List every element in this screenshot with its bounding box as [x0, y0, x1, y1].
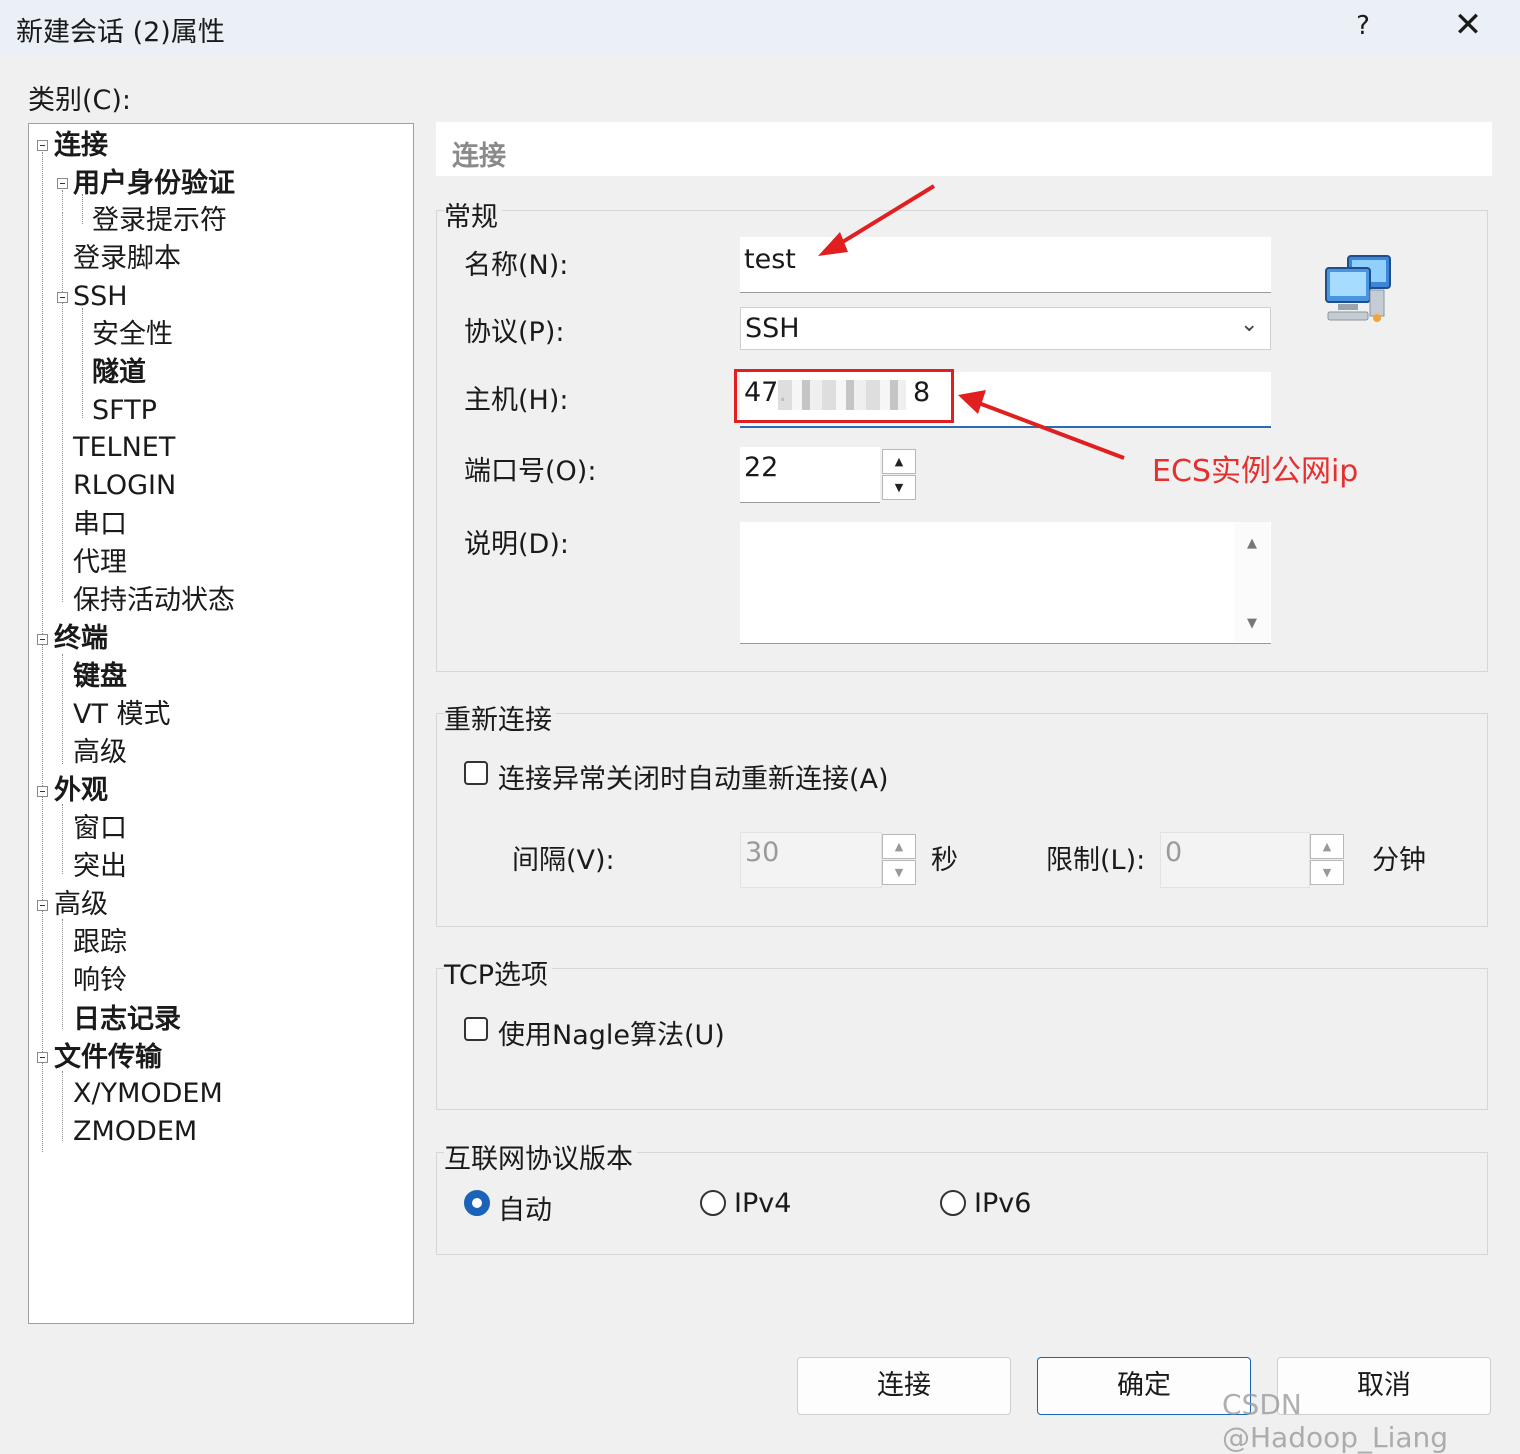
annotation-label: ECS实例公网ip: [1152, 454, 1359, 489]
highlight-rectangle: [734, 369, 954, 423]
port-field[interactable]: 22: [740, 447, 880, 503]
name-field[interactable]: test: [740, 237, 1271, 293]
limit-field[interactable]: 0: [1160, 832, 1310, 888]
network-computers-icon: [1325, 255, 1391, 322]
tcp-group-label: TCP选项: [444, 953, 553, 992]
triangle-down-icon[interactable]: ▼: [1310, 860, 1344, 885]
tree-item-terminal-advanced[interactable]: 高级: [73, 736, 127, 770]
interval-field[interactable]: 30: [740, 832, 882, 888]
limit-label: 限制(L):: [1046, 845, 1146, 876]
tree-item-sftp[interactable]: SFTP: [92, 394, 157, 428]
tree-item-keepalive[interactable]: 保持活动状态: [73, 584, 235, 618]
tree-item-file-transfer[interactable]: 文件传输: [54, 1041, 162, 1075]
tree-item-zmodem[interactable]: ZMODEM: [73, 1115, 197, 1149]
tree-item-xymodem[interactable]: X/YMODEM: [73, 1077, 223, 1111]
protocol-label: 协议(P):: [464, 317, 565, 348]
connect-button[interactable]: 连接: [797, 1357, 1011, 1415]
tree-collapse-toggle[interactable]: [37, 140, 48, 151]
tree-item-vt-mode[interactable]: VT 模式: [73, 698, 171, 732]
ipv4-label: IPv4: [734, 1188, 792, 1219]
tree-item-serial[interactable]: 串口: [73, 508, 127, 542]
title-bar: [0, 0, 1520, 56]
tree-collapse-toggle[interactable]: [57, 178, 68, 189]
reconnect-group-label: 重新连接: [444, 698, 556, 737]
protocol-select[interactable]: SSH: [740, 307, 1271, 350]
tree-item-connection[interactable]: 连接: [54, 129, 108, 163]
nagle-label: 使用Nagle算法(U): [498, 1020, 725, 1051]
interval-label: 间隔(V):: [512, 845, 615, 876]
reconnect-group: [436, 713, 1488, 927]
watermark: CSDN @Hadoop_Liang: [1222, 1388, 1449, 1454]
tree-item-window[interactable]: 窗口: [73, 812, 127, 846]
interval-spinner[interactable]: ▲ ▼: [882, 832, 918, 888]
tree-item-logging[interactable]: 日志记录: [73, 1003, 181, 1037]
general-group-label: 常规: [444, 195, 502, 234]
tree-item-telnet[interactable]: TELNET: [73, 431, 175, 465]
category-label: 类别(C):: [28, 85, 132, 116]
chevron-down-icon[interactable]: ⌄: [1240, 312, 1258, 337]
description-scrollbar[interactable]: ▲ ▼: [1234, 522, 1270, 642]
tree-item-ssh[interactable]: SSH: [73, 280, 128, 314]
tree-item-proxy[interactable]: 代理: [73, 546, 127, 580]
auto-reconnect-label: 连接异常关闭时自动重新连接(A): [498, 764, 889, 795]
ipv6-label: IPv6: [974, 1188, 1032, 1219]
tree-item-highlight[interactable]: 突出: [73, 850, 127, 884]
section-title: 连接: [452, 141, 506, 172]
close-button[interactable]: ✕: [1448, 4, 1488, 46]
tree-item-keyboard[interactable]: 键盘: [73, 660, 127, 694]
ipv4-radio[interactable]: [700, 1190, 726, 1216]
tree-item-login-script[interactable]: 登录脚本: [73, 242, 181, 276]
category-tree[interactable]: 连接 用户身份验证 登录提示符 登录脚本 SSH 安全性 隧道 SFTP TEL…: [28, 123, 414, 1324]
description-label: 说明(D):: [464, 529, 569, 560]
scroll-up-icon[interactable]: ▲: [1234, 536, 1270, 551]
triangle-down-icon[interactable]: ▼: [882, 860, 916, 885]
tree-item-terminal[interactable]: 终端: [54, 622, 108, 656]
section-header: [436, 122, 1492, 176]
triangle-up-icon[interactable]: ▲: [882, 449, 916, 474]
triangle-down-icon[interactable]: ▼: [882, 475, 916, 500]
port-spinner[interactable]: ▲ ▼: [882, 447, 918, 503]
description-field[interactable]: [740, 522, 1271, 644]
tree-item-rlogin[interactable]: RLOGIN: [73, 469, 176, 503]
tree-item-advanced[interactable]: 高级: [54, 888, 108, 922]
tree-item-security[interactable]: 安全性: [92, 318, 173, 352]
host-label: 主机(H):: [464, 385, 569, 416]
help-button[interactable]: ?: [1346, 6, 1380, 46]
tree-collapse-toggle[interactable]: [37, 786, 48, 797]
ip-auto-radio[interactable]: [464, 1190, 490, 1216]
ok-button[interactable]: 确定: [1037, 1357, 1251, 1415]
ipv6-radio[interactable]: [940, 1190, 966, 1216]
tree-item-user-auth[interactable]: 用户身份验证: [73, 167, 235, 201]
auto-reconnect-checkbox[interactable]: [464, 761, 488, 785]
tree-item-tunnel[interactable]: 隧道: [92, 356, 146, 390]
triangle-up-icon[interactable]: ▲: [1310, 834, 1344, 859]
tree-collapse-toggle[interactable]: [37, 900, 48, 911]
triangle-up-icon[interactable]: ▲: [882, 834, 916, 859]
tree-collapse-toggle[interactable]: [37, 1052, 48, 1063]
limit-unit: 分钟: [1372, 845, 1426, 876]
tree-item-appearance[interactable]: 外观: [54, 774, 108, 808]
tree-collapse-toggle[interactable]: [57, 292, 68, 303]
port-label: 端口号(O):: [464, 456, 597, 487]
ip-auto-label: 自动: [498, 1195, 552, 1226]
name-label: 名称(N):: [464, 250, 569, 281]
ip-version-group-label: 互联网协议版本: [444, 1137, 637, 1176]
nagle-checkbox[interactable]: [464, 1017, 488, 1041]
tree-collapse-toggle[interactable]: [37, 634, 48, 645]
tree-item-bell[interactable]: 响铃: [73, 964, 127, 998]
window-title: 新建会话 (2)属性: [16, 17, 225, 48]
scroll-down-icon[interactable]: ▼: [1234, 616, 1270, 631]
interval-unit: 秒: [931, 845, 958, 876]
tree-item-login-prompt[interactable]: 登录提示符: [92, 204, 227, 238]
limit-spinner[interactable]: ▲ ▼: [1310, 832, 1346, 888]
tree-item-trace[interactable]: 跟踪: [73, 926, 127, 960]
